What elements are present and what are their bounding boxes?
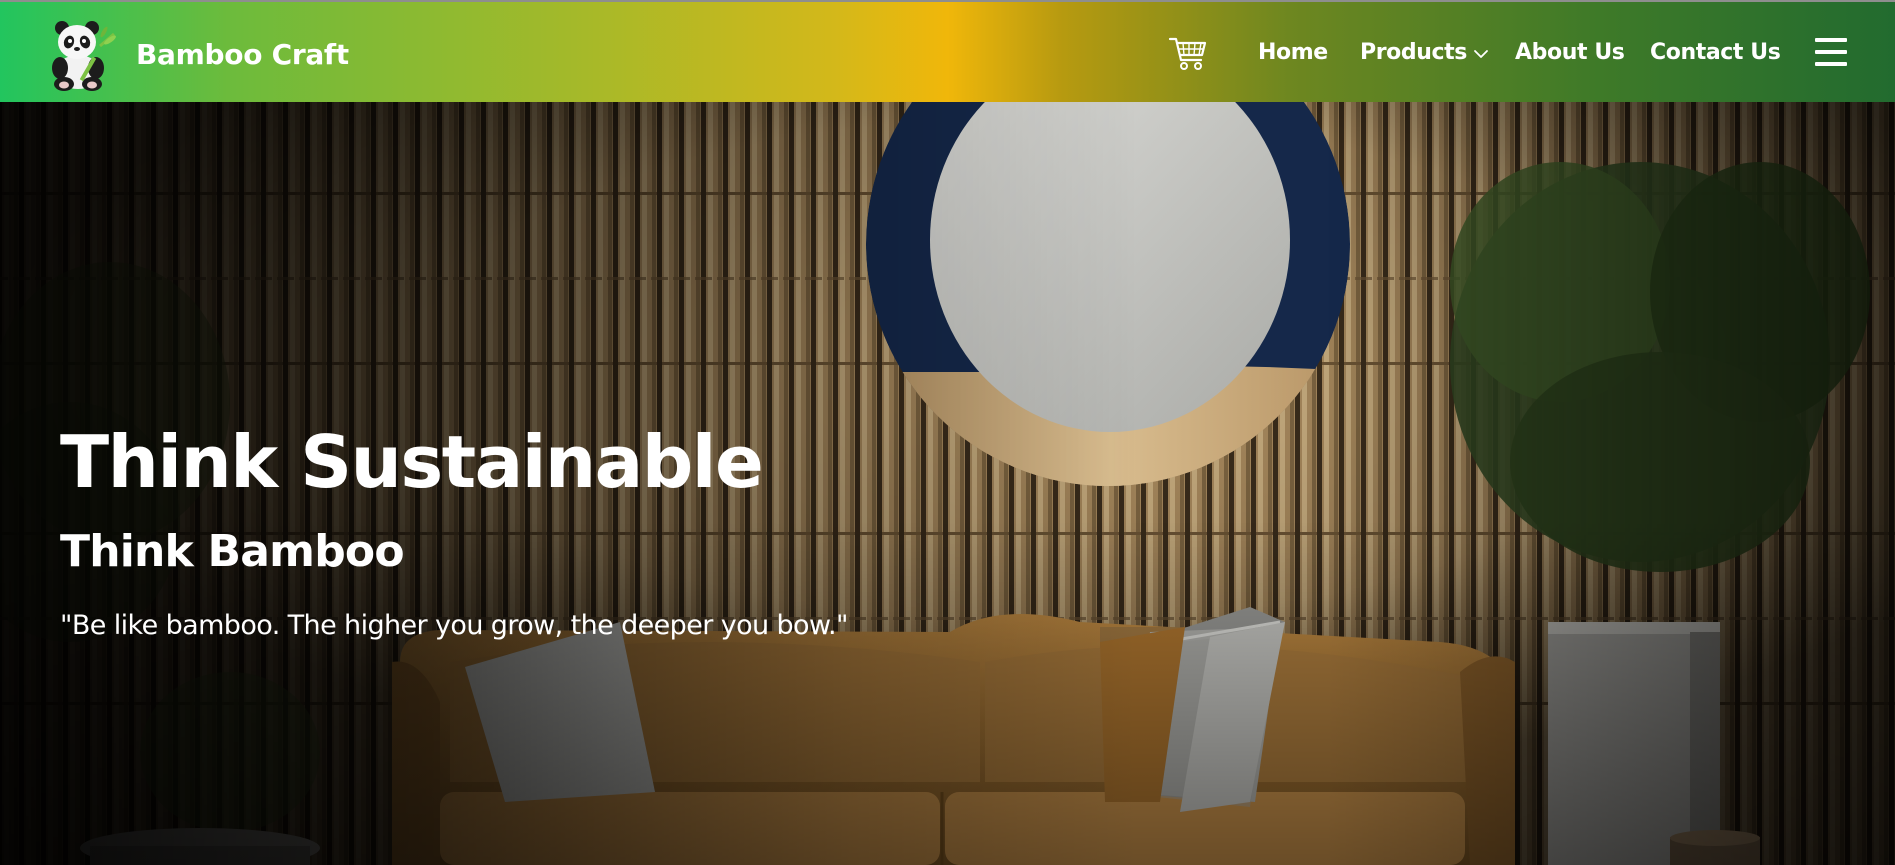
hero-quote: "Be like bamboo. The higher you grow, th… bbox=[60, 610, 848, 641]
nav-products-label: Products bbox=[1360, 40, 1467, 65]
main-nav: Home Products About Us Contact Us bbox=[0, 2, 1895, 104]
nav-contact-link[interactable]: Contact Us bbox=[1650, 40, 1781, 65]
hero-title: Think Sustainable bbox=[60, 420, 764, 504]
nav-products-dropdown[interactable]: Products bbox=[1360, 40, 1489, 65]
nav-about-link[interactable]: About Us bbox=[1515, 40, 1625, 65]
hero-section: Think Sustainable Think Bamboo "Be like … bbox=[0, 102, 1895, 865]
hamburger-menu-icon[interactable] bbox=[1815, 38, 1847, 66]
chevron-down-icon bbox=[1474, 49, 1488, 58]
navbar: Bamboo Craft Home Products About Us Cont… bbox=[0, 0, 1895, 102]
nav-home-link[interactable]: Home bbox=[1258, 40, 1328, 65]
hero-subtitle: Think Bamboo bbox=[60, 526, 405, 577]
